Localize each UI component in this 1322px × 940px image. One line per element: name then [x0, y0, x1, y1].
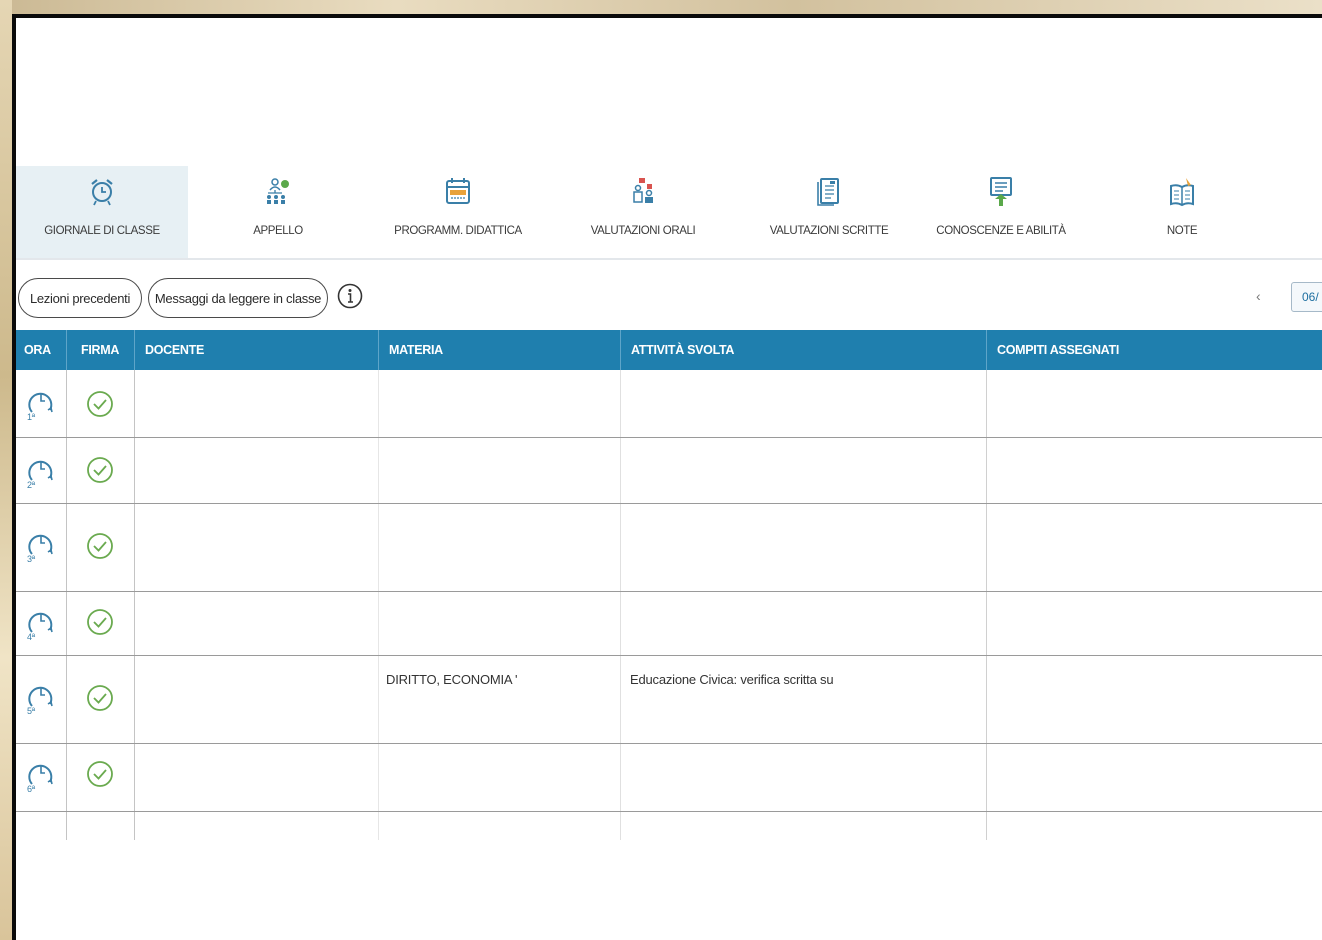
signed-check-icon[interactable]: [86, 456, 114, 484]
tab-valutazioni-orali[interactable]: VALUTAZIONI ORALI: [568, 166, 718, 258]
tab-label: PROGRAMM. DIDATTICA: [394, 225, 522, 237]
main-toolbar: GIORNALE DI CLASSE APPELLO PROGRAMM. DID…: [16, 166, 1322, 260]
skills-icon: [990, 177, 1012, 206]
column-header-ora: ORA: [24, 343, 51, 357]
tab-conoscenze-e-abilita[interactable]: CONOSCENZE E ABILITÀ: [926, 166, 1076, 258]
table-header: ORA FIRMA DOCENTE MATERIA ATTIVITÀ SVOLT…: [16, 330, 1322, 370]
tab-label: VALUTAZIONI SCRITTE: [769, 225, 889, 237]
signed-check-icon[interactable]: [86, 608, 114, 636]
table-row[interactable]: 5ª DIRITTO, ECONOMIA ' Educazione Civica…: [16, 656, 1322, 744]
tab-note[interactable]: NOTE: [1136, 166, 1228, 258]
table-body: 1ª 2ª 3ª 4ª 5ª DIRITTO, ECONOMIA ' Educa…: [16, 370, 1322, 840]
notes-book-icon: [1170, 178, 1194, 207]
tab-label: NOTE: [1166, 225, 1198, 237]
action-row: Lezioni precedenti Messaggi da leggere i…: [16, 276, 1322, 322]
calendar-icon: [446, 178, 470, 204]
tab-label: APPELLO: [253, 225, 303, 237]
hour-number: 6ª: [27, 784, 35, 794]
signed-check-icon[interactable]: [86, 390, 114, 418]
info-icon[interactable]: [336, 282, 364, 310]
table-row[interactable]: 2ª: [16, 438, 1322, 504]
table-row[interactable]: 4ª: [16, 592, 1322, 656]
table-row[interactable]: 3ª: [16, 504, 1322, 592]
previous-lessons-button[interactable]: Lezioni precedenti: [18, 278, 142, 318]
column-header-firma: FIRMA: [66, 330, 134, 370]
column-header-compiti: COMPITI ASSEGNATI: [986, 330, 1322, 370]
previous-date-arrow[interactable]: ‹: [1256, 288, 1261, 304]
tab-label: CONOSCENZE E ABILITÀ: [936, 225, 1066, 237]
tab-giornale-di-classe[interactable]: GIORNALE DI CLASSE: [16, 166, 188, 258]
hour-number: 3ª: [27, 554, 35, 564]
alarm-clock-icon: [91, 179, 113, 206]
hour-number: 4ª: [27, 632, 35, 642]
signed-check-icon[interactable]: [86, 684, 114, 712]
column-header-attivita: ATTIVITÀ SVOLTA: [620, 330, 986, 370]
tab-valutazioni-scritte[interactable]: VALUTAZIONI SCRITTE: [744, 166, 914, 258]
screen-frame: GIORNALE DI CLASSE APPELLO PROGRAMM. DID…: [12, 14, 1322, 940]
messages-button[interactable]: Messaggi da leggere in classe: [148, 278, 328, 318]
tab-appello[interactable]: APPELLO: [216, 166, 340, 258]
tab-programmazione-didattica[interactable]: PROGRAMM. DIDATTICA: [378, 166, 538, 258]
column-header-materia: MATERIA: [378, 330, 620, 370]
tab-label: GIORNALE DI CLASSE: [44, 225, 160, 237]
column-header-docente: DOCENTE: [134, 330, 378, 370]
attivita-cell: Educazione Civica: verifica scritta su: [630, 672, 834, 687]
written-grades-icon: [817, 178, 839, 206]
date-field[interactable]: 06/: [1291, 282, 1322, 312]
tab-label: VALUTAZIONI ORALI: [590, 225, 696, 237]
signed-check-icon[interactable]: [86, 760, 114, 788]
hour-number: 1ª: [27, 412, 35, 422]
hour-number: 5ª: [27, 706, 35, 716]
table-row[interactable]: 6ª: [16, 744, 1322, 812]
materia-cell: DIRITTO, ECONOMIA ': [386, 672, 518, 687]
table-row[interactable]: 1ª: [16, 370, 1322, 438]
signed-check-icon[interactable]: [86, 532, 114, 560]
students-roll-call-icon: [267, 178, 289, 204]
background-left: [0, 0, 12, 940]
oral-grades-icon: [633, 178, 653, 203]
hour-number: 2ª: [27, 480, 35, 490]
